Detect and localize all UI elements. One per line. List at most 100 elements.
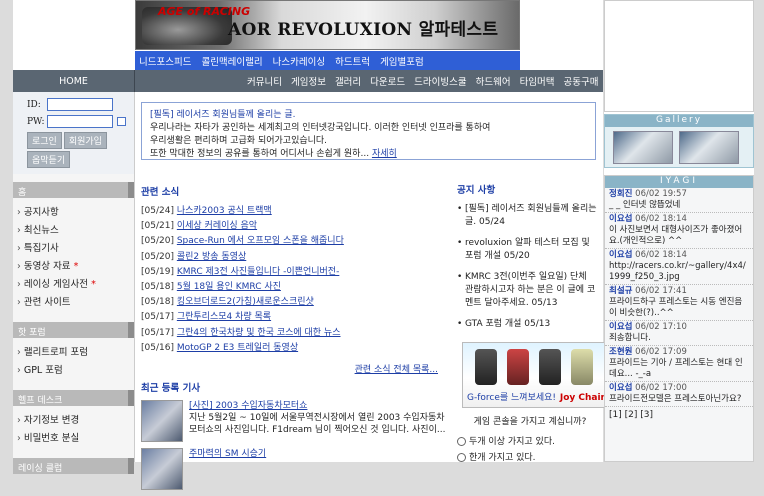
right-ad-space [604, 0, 754, 112]
sidebar-link: 레이싱 게임사전 * [17, 276, 134, 294]
gallery-title[interactable]: Gallery [605, 115, 753, 127]
sidebar-link: 랠리트로피 포럼 [17, 344, 134, 362]
article-thumbnail[interactable] [141, 400, 183, 442]
announcement-item[interactable]: [필독] 레이서즈 회원님들께 올리는 글. 05/24 [457, 203, 597, 229]
bluebar-link[interactable]: 하드트럭 [335, 54, 370, 68]
iyagi-board: IYAGI 정회진 06/02 19:57 _ _ 인터넷 않뜹었네 이요섭 06… [604, 175, 754, 462]
gallery-thumbnail[interactable] [679, 131, 739, 164]
recent-title: 최근 등록 기사 [141, 383, 201, 394]
nav-item[interactable]: 갤러리 [335, 74, 361, 88]
news-item: [05/24] 나스카2003 공식 트랙맥 [141, 206, 272, 216]
nav-item[interactable]: 커뮤니티 [247, 74, 282, 88]
home-link[interactable]: HOME [13, 70, 135, 92]
announcements-title: 공지 사항 [457, 185, 496, 196]
nav-item[interactable]: 타임머택 [520, 74, 555, 88]
recent-articles: 최근 등록 기사 [사진] 2003 수입자동차모터쇼 지난 5월2일 ~ 10일… [141, 380, 446, 496]
remember-checkbox[interactable] [117, 117, 126, 126]
chair-image [507, 349, 529, 385]
poll-box: 게임 콘솔을 가지고 계십니까? 두개 이상 가지고 있다. 한개 가지고 있다… [457, 414, 603, 466]
nav-item[interactable]: 드라이빙스쿨 [414, 74, 466, 88]
news-item: [05/18] 5월 18일 용인 KMRC 사진 [141, 282, 281, 293]
notice-line: 우리나라는 자타가 공인하는 세계최고의 인터넷강국입니다. 이러한 인터넷 인… [150, 123, 491, 133]
nav-item[interactable]: 하드웨어 [476, 74, 511, 88]
ad-brand: Joy Chair [559, 393, 605, 403]
nav-item[interactable]: 공동구매 [564, 74, 599, 88]
main-page: AGE of RACING AOR REVOLUXION 알파테스트 니드포스피… [13, 0, 610, 490]
comment-item: 정회진 06/02 19:57 _ _ 인터넷 않뜹었네 [605, 188, 753, 213]
banner-title: AOR REVOLUXION 알파테스트 [228, 20, 499, 40]
news-item: [05/18] 킹오브더로드2(가칭)새로운스크린샷 [141, 297, 314, 308]
recent-item: 주마력의 SM 시승기 [141, 448, 446, 490]
announcement-item[interactable]: revoluxion 알파 테스터 모집 및 포럼 개설 05/20 [457, 237, 597, 263]
news-item: [05/17] 그란투리스모4 차량 목록 [141, 312, 272, 323]
news-more-link[interactable]: 관련 소식 전체 목록... [355, 365, 438, 375]
sidebar-link: GPL 포럼 [17, 362, 134, 380]
sidebar-link: 관련 사이트 [17, 294, 134, 312]
notice-head[interactable]: [필독] 레이서즈 회원님들께 올리는 글. [150, 109, 587, 122]
sidebar-link: 비밀번호 분실 [17, 430, 134, 448]
news-item: [05/20] Space-Run 에서 오프모임 스폰을 해줍니다 [141, 236, 344, 247]
announcement-item[interactable]: KMRC 3전(이번주 일요일) 단체 관람하시고자 하는 분은 이 글에 코멘… [457, 271, 597, 310]
site-banner[interactable]: AGE of RACING AOR REVOLUXION 알파테스트 [135, 0, 520, 50]
section-hot-forum: 핫 포럼 [13, 322, 134, 338]
sidebar-link: 최신뉴스 [17, 222, 134, 240]
right-column: Gallery IYAGI 정회진 06/02 19:57 _ _ 인터넷 않뜹었… [604, 0, 754, 462]
section-home: 홈 [13, 182, 134, 198]
poll-option: 두개 이상 가지고 있다. [469, 437, 555, 447]
recent-item: [사진] 2003 수입자동차모터쇼 지난 5월2일 ~ 10일에 서울무역전시장… [141, 400, 446, 442]
news-item: [05/17] 그란4의 한국차량 및 한국 코스에 대한 뉴스 [141, 327, 341, 338]
comment-item: 최설규 06/02 17:41 프라이드하구 프레스토는 시동 엔진음이 비슷한(… [605, 285, 753, 321]
id-label: ID: [27, 99, 41, 110]
bluebar-link[interactable]: 게임별포럼 [380, 54, 424, 68]
news-title: 관련 소식 [141, 187, 180, 198]
section-racing-club: 레이싱 클럽 [13, 458, 134, 474]
comment-item: 이요섭 06/02 18:14 http://racers.co.kr/~gall… [605, 249, 753, 285]
help-links: 자기정보 변경 비밀번호 분실 [13, 406, 134, 450]
main-content: [필독] 레이서즈 회원님들께 올리는 글. 우리나라는 자타가 공인하는 세계… [135, 92, 610, 490]
login-box: ID: PW: 로그인 회원가입 옵막듣기 [13, 92, 134, 174]
new-star: * [73, 261, 79, 272]
gallery-thumbnail[interactable] [613, 131, 673, 164]
poll-radio[interactable] [457, 437, 466, 446]
bluebar-link[interactable]: 니드포스피드 [139, 54, 191, 68]
bluebar-link[interactable]: 나스카레이싱 [273, 54, 325, 68]
sidebar-link: 동영상 자료 * [17, 258, 134, 276]
nav-item[interactable]: 다운로드 [370, 74, 405, 88]
poll-radio[interactable] [457, 453, 466, 462]
bluebar-link[interactable]: 콜린맥레이랠리 [201, 54, 262, 68]
detail-link[interactable]: 자세히 [372, 149, 397, 159]
signup-button[interactable]: 회원가입 [63, 132, 107, 149]
notice-box: [필독] 레이서즈 회원님들께 올리는 글. 우리나라는 자타가 공인하는 세계… [141, 102, 596, 160]
pw-label: PW: [27, 116, 45, 127]
chair-image [475, 349, 497, 385]
comment-item: 이요섭 06/02 17:00 프라이드전모델은 프레스토아닌가요? [605, 382, 753, 407]
chair-image [571, 349, 593, 385]
news-section: 관련 소식 [05/24] 나스카2003 공식 트랙맥 [05/21] 이세상… [141, 184, 446, 375]
comment-item: 조현원 06/02 17:09 프라이드는 기아 / 프레스토는 현대 인데요..… [605, 346, 753, 382]
home-links: 공지사항 최신뉴스 특집기사 동영상 자료 * 레이싱 게임사전 * 관련 사이… [13, 198, 134, 314]
gallery-box: Gallery [604, 114, 754, 168]
news-item: [05/20] 콜린2 방송 동영상 [141, 251, 247, 262]
login-button[interactable]: 로그인 [27, 132, 62, 149]
extra-button[interactable]: 옵막듣기 [27, 151, 71, 168]
comment-item: 이요섭 06/02 17:10 죄송합니다. [605, 321, 753, 346]
iyagi-pager[interactable]: [1] [2] [3] [605, 407, 753, 423]
password-input[interactable] [47, 115, 113, 128]
sidebar-link: 자기정보 변경 [17, 412, 134, 430]
announcement-item[interactable]: GTA 포럼 개설 05/13 [457, 318, 597, 331]
article-thumbnail[interactable] [141, 448, 183, 490]
forum-links: 랠리트로피 포럼 GPL 포럼 [13, 338, 134, 382]
nav-item[interactable]: 게임정보 [291, 74, 326, 88]
chair-image [539, 349, 561, 385]
left-sidebar: ID: PW: 로그인회원가입 옵막듣기 홈 공지사항 최신뉴스 특집기사 동영… [13, 92, 135, 474]
news-item: [05/16] MotoGP 2 E3 트레일러 동영상 [141, 342, 299, 353]
news-item: [05/21] 이세상 커레이싱 음악 [141, 221, 258, 232]
sidebar-link: 특집기사 [17, 240, 134, 258]
joy-chair-ad[interactable]: G-force를 느껴보세요! Joy Chair [462, 342, 610, 408]
news-item: [05/19] KMRC 제3전 사진들입니다 -이쁜언니버전- [141, 266, 340, 277]
announcements: 공지 사항 [필독] 레이서즈 회원님들께 올리는 글. 05/24 revol… [457, 184, 597, 339]
poll-question: 게임 콘솔을 가지고 계십니까? [473, 417, 587, 427]
nav-menu: 커뮤니티 게임정보 갤러리 다운로드 드라이빙스쿨 하드웨어 타임머택 공동구매 [247, 70, 599, 92]
id-input[interactable] [47, 98, 113, 111]
comment-item: 이요섭 06/02 18:14 이 사진보면서 대형사이즈가 좋아졌어요.(개인적… [605, 213, 753, 249]
